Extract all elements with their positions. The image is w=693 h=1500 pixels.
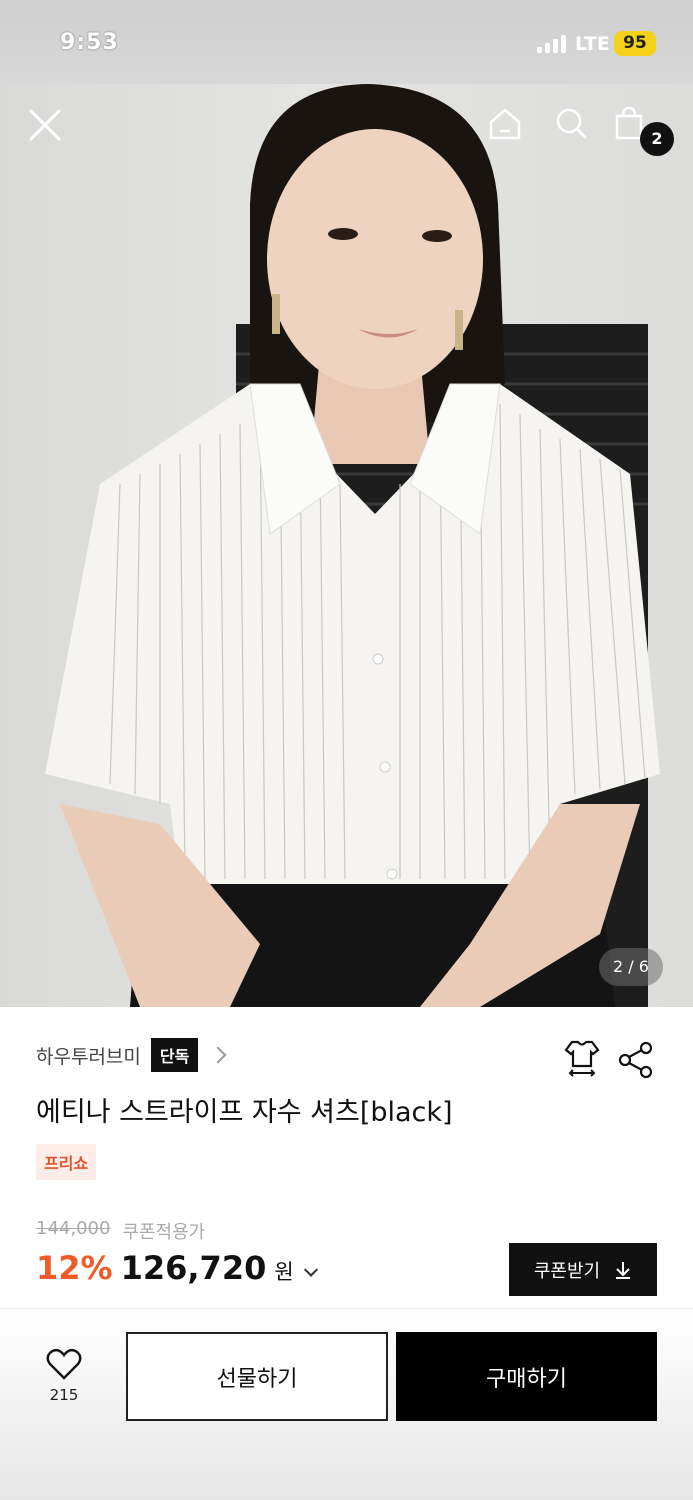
price-meta: 144,000 쿠폰적용가 xyxy=(36,1218,205,1244)
sale-price: 126,720 xyxy=(120,1249,267,1287)
divider xyxy=(0,1308,693,1309)
original-price: 144,000 xyxy=(36,1218,111,1239)
brand-link[interactable]: 하우투러브미 단독 xyxy=(36,1038,227,1072)
coupon-price-label: 쿠폰적용가 xyxy=(122,1222,206,1243)
heart-icon xyxy=(46,1348,82,1380)
exclusive-badge: 단독 xyxy=(150,1038,199,1072)
chevron-down-icon[interactable] xyxy=(303,1262,318,1277)
search-button[interactable] xyxy=(554,106,602,154)
size-guide-button[interactable] xyxy=(562,1038,602,1078)
like-button[interactable]: 215 xyxy=(40,1348,88,1404)
shirt-size-icon xyxy=(564,1040,600,1077)
status-time: 9:53 xyxy=(60,30,119,55)
share-button[interactable] xyxy=(616,1040,656,1080)
discount-rate: 12% xyxy=(36,1249,113,1287)
network-label: LTE xyxy=(575,33,610,55)
preshow-badge: 프리쇼 xyxy=(36,1144,97,1180)
status-bar: 9:53 LTE 95 xyxy=(0,0,693,84)
share-icon xyxy=(618,1041,653,1079)
coupon-button-label: 쿠폰받기 xyxy=(533,1260,601,1281)
like-count: 215 xyxy=(49,1386,79,1404)
chevron-right-icon xyxy=(209,1046,227,1064)
cart-count-badge: 2 xyxy=(640,122,674,156)
home-button[interactable] xyxy=(487,106,535,154)
download-icon xyxy=(616,1261,631,1279)
price-row[interactable]: 12% 126,720 원 xyxy=(36,1249,318,1287)
search-icon xyxy=(556,108,587,139)
image-pager: 2 / 6 xyxy=(599,948,663,986)
close-button[interactable] xyxy=(26,106,74,154)
close-icon xyxy=(28,108,62,142)
battery-icon: 95 xyxy=(614,31,656,56)
product-title: 에티나 스트라이프 자수 셔츠[black] xyxy=(36,1097,453,1128)
product-photo xyxy=(45,84,660,1007)
product-image[interactable]: 2 2 / 6 xyxy=(0,84,693,1007)
get-coupon-button[interactable]: 쿠폰받기 xyxy=(509,1243,657,1296)
gift-button[interactable]: 선물하기 xyxy=(126,1332,388,1421)
brand-name: 하우투러브미 xyxy=(36,1045,141,1068)
currency-unit: 원 xyxy=(274,1260,294,1284)
home-icon xyxy=(489,108,521,140)
buy-button[interactable]: 구매하기 xyxy=(396,1332,657,1421)
signal-icon xyxy=(537,33,567,53)
